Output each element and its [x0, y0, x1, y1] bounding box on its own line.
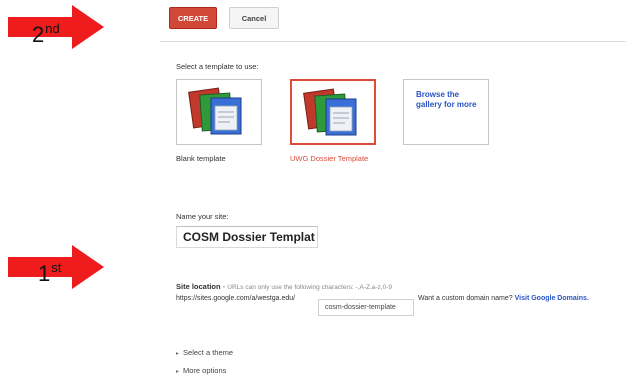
annotation-label-second: 2nd	[32, 21, 60, 47]
expand-triangle-icon: ▸	[176, 351, 180, 357]
template-caption-uwg-dossier: UWG Dossier Template	[290, 154, 369, 163]
site-location-label: Site location - URLs can only use the fo…	[176, 282, 392, 291]
cancel-button[interactable]: Cancel	[229, 7, 279, 29]
google-domains-link[interactable]: Visit Google Domains.	[515, 295, 589, 302]
select-theme-toggle[interactable]: ▸ Select a theme	[176, 348, 233, 357]
template-caption-blank: Blank template	[176, 154, 226, 163]
sites-template-icon	[188, 87, 242, 135]
template-heading: Select a template to use:	[176, 62, 259, 71]
template-blank[interactable]	[176, 79, 262, 145]
annotation-label-first: 1st	[38, 260, 62, 286]
sites-template-icon	[303, 88, 357, 136]
site-name-label: Name your site:	[176, 212, 229, 221]
browse-gallery-link[interactable]: Browse the gallery for more	[416, 90, 480, 110]
template-browse-gallery[interactable]: Browse the gallery for more	[403, 79, 489, 145]
site-url-prefix: https://sites.google.com/a/westga.edu/	[176, 295, 296, 302]
more-options-toggle[interactable]: ▸ More options	[176, 366, 226, 375]
site-url-input[interactable]: cosm-dossier-template	[318, 299, 414, 316]
toolbar-divider	[160, 41, 626, 42]
custom-domain-text: Want a custom domain name? Visit Google …	[418, 295, 589, 302]
template-uwg-dossier[interactable]	[290, 79, 376, 145]
create-button[interactable]: CREATE	[169, 7, 217, 29]
site-name-input[interactable]: COSM Dossier Templat	[176, 226, 318, 248]
expand-triangle-icon: ▸	[176, 369, 180, 375]
site-location-hint: URLs can only use the following characte…	[227, 284, 392, 291]
